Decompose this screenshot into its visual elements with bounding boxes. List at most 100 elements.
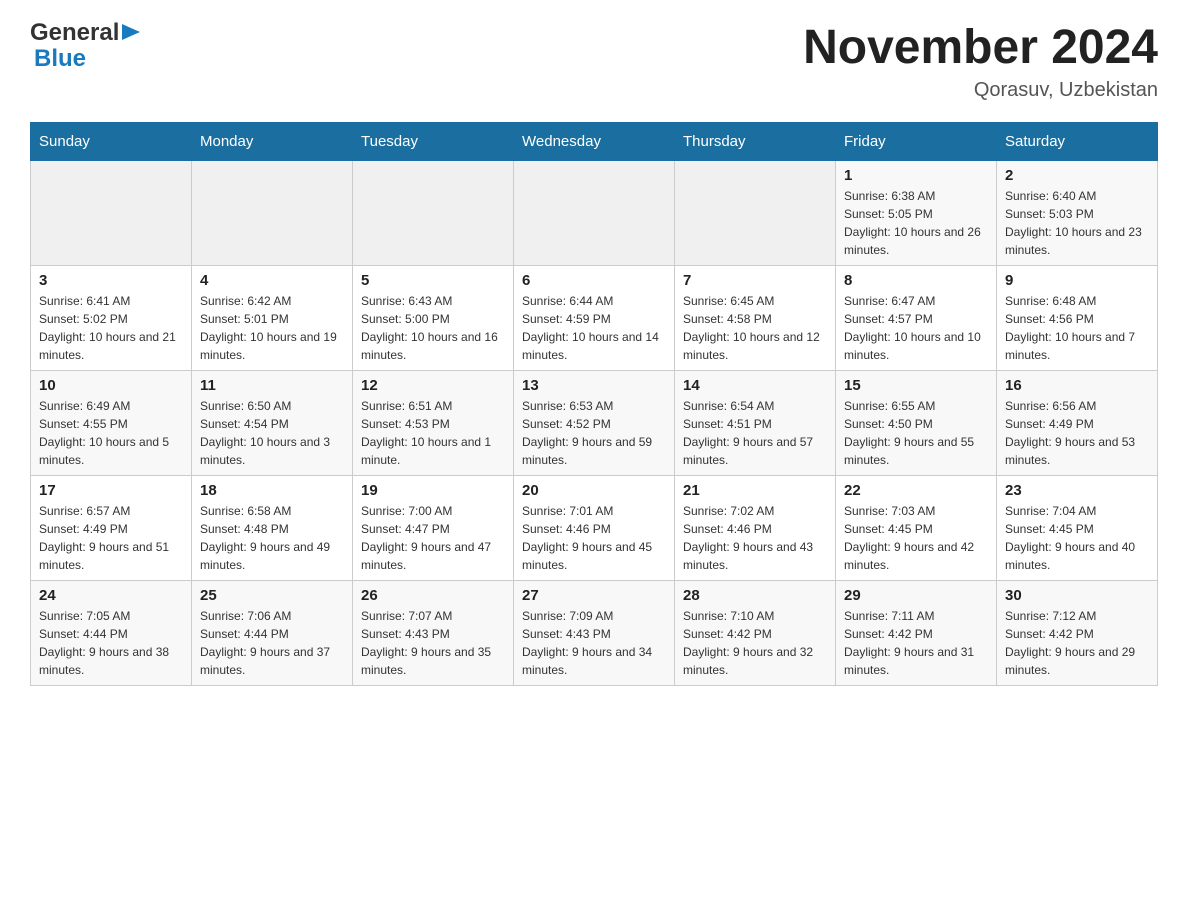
calendar-cell (31, 161, 192, 266)
day-info: Sunrise: 7:04 AM Sunset: 4:45 PM Dayligh… (1005, 502, 1149, 574)
day-number: 20 (522, 482, 666, 499)
logo-arrow-icon (122, 24, 140, 45)
day-info: Sunrise: 7:00 AM Sunset: 4:47 PM Dayligh… (361, 502, 505, 574)
day-number: 2 (1005, 167, 1149, 184)
calendar-cell: 4 Sunrise: 6:42 AM Sunset: 5:01 PM Daylig… (192, 266, 353, 371)
day-info: Sunrise: 7:02 AM Sunset: 4:46 PM Dayligh… (683, 502, 827, 574)
calendar-cell: 26 Sunrise: 7:07 AM Sunset: 4:43 PM Dayli… (353, 581, 514, 686)
day-info: Sunrise: 6:53 AM Sunset: 4:52 PM Dayligh… (522, 397, 666, 469)
day-info: Sunrise: 6:50 AM Sunset: 4:54 PM Dayligh… (200, 397, 344, 469)
weekday-header-thursday: Thursday (675, 123, 836, 161)
logo-blue-text: Blue (34, 45, 86, 72)
page-header: General Blue November 2024 Qorasuv, Uzbe… (30, 20, 1158, 102)
day-number: 6 (522, 272, 666, 289)
calendar-cell: 14 Sunrise: 6:54 AM Sunset: 4:51 PM Dayli… (675, 371, 836, 476)
day-info: Sunrise: 6:42 AM Sunset: 5:01 PM Dayligh… (200, 292, 344, 364)
calendar-cell: 8 Sunrise: 6:47 AM Sunset: 4:57 PM Daylig… (836, 266, 997, 371)
month-title: November 2024 (803, 20, 1158, 75)
day-info: Sunrise: 7:07 AM Sunset: 4:43 PM Dayligh… (361, 607, 505, 679)
calendar-cell: 27 Sunrise: 7:09 AM Sunset: 4:43 PM Dayli… (514, 581, 675, 686)
logo: General Blue (30, 20, 140, 73)
title-area: November 2024 Qorasuv, Uzbekistan (803, 20, 1158, 102)
day-info: Sunrise: 6:55 AM Sunset: 4:50 PM Dayligh… (844, 397, 988, 469)
day-number: 22 (844, 482, 988, 499)
day-info: Sunrise: 7:09 AM Sunset: 4:43 PM Dayligh… (522, 607, 666, 679)
calendar-cell (192, 161, 353, 266)
day-number: 18 (200, 482, 344, 499)
day-number: 10 (39, 377, 183, 394)
calendar-cell: 1Sunrise: 6:38 AM Sunset: 5:05 PM Daylig… (836, 161, 997, 266)
day-info: Sunrise: 7:05 AM Sunset: 4:44 PM Dayligh… (39, 607, 183, 679)
weekday-header-friday: Friday (836, 123, 997, 161)
calendar-week-row: 3Sunrise: 6:41 AM Sunset: 5:02 PM Daylig… (31, 266, 1158, 371)
day-info: Sunrise: 7:03 AM Sunset: 4:45 PM Dayligh… (844, 502, 988, 574)
day-number: 14 (683, 377, 827, 394)
day-number: 13 (522, 377, 666, 394)
day-number: 25 (200, 587, 344, 604)
day-info: Sunrise: 7:06 AM Sunset: 4:44 PM Dayligh… (200, 607, 344, 679)
day-info: Sunrise: 7:12 AM Sunset: 4:42 PM Dayligh… (1005, 607, 1149, 679)
day-info: Sunrise: 6:43 AM Sunset: 5:00 PM Dayligh… (361, 292, 505, 364)
weekday-header-sunday: Sunday (31, 123, 192, 161)
calendar-cell: 7Sunrise: 6:45 AM Sunset: 4:58 PM Daylig… (675, 266, 836, 371)
weekday-header-wednesday: Wednesday (514, 123, 675, 161)
day-number: 1 (844, 167, 988, 184)
day-info: Sunrise: 6:40 AM Sunset: 5:03 PM Dayligh… (1005, 187, 1149, 259)
calendar-cell: 21 Sunrise: 7:02 AM Sunset: 4:46 PM Dayli… (675, 476, 836, 581)
day-info: Sunrise: 6:57 AM Sunset: 4:49 PM Dayligh… (39, 502, 183, 574)
calendar-cell: 10 Sunrise: 6:49 AM Sunset: 4:55 PM Dayli… (31, 371, 192, 476)
day-info: Sunrise: 6:54 AM Sunset: 4:51 PM Dayligh… (683, 397, 827, 469)
day-number: 29 (844, 587, 988, 604)
weekday-header-monday: Monday (192, 123, 353, 161)
calendar-cell: 20Sunrise: 7:01 AM Sunset: 4:46 PM Dayli… (514, 476, 675, 581)
day-info: Sunrise: 6:56 AM Sunset: 4:49 PM Dayligh… (1005, 397, 1149, 469)
day-number: 23 (1005, 482, 1149, 499)
day-number: 5 (361, 272, 505, 289)
day-info: Sunrise: 6:49 AM Sunset: 4:55 PM Dayligh… (39, 397, 183, 469)
calendar-cell: 30 Sunrise: 7:12 AM Sunset: 4:42 PM Dayli… (997, 581, 1158, 686)
calendar-cell: 29Sunrise: 7:11 AM Sunset: 4:42 PM Dayli… (836, 581, 997, 686)
calendar-cell: 28 Sunrise: 7:10 AM Sunset: 4:42 PM Dayli… (675, 581, 836, 686)
calendar-cell: 22 Sunrise: 7:03 AM Sunset: 4:45 PM Dayli… (836, 476, 997, 581)
calendar-cell: 9 Sunrise: 6:48 AM Sunset: 4:56 PM Daylig… (997, 266, 1158, 371)
day-info: Sunrise: 6:41 AM Sunset: 5:02 PM Dayligh… (39, 292, 183, 364)
day-number: 30 (1005, 587, 1149, 604)
calendar-cell: 25 Sunrise: 7:06 AM Sunset: 4:44 PM Dayli… (192, 581, 353, 686)
weekday-header-row: SundayMondayTuesdayWednesdayThursdayFrid… (31, 123, 1158, 161)
day-info: Sunrise: 6:47 AM Sunset: 4:57 PM Dayligh… (844, 292, 988, 364)
calendar-cell: 16Sunrise: 6:56 AM Sunset: 4:49 PM Dayli… (997, 371, 1158, 476)
calendar-cell (514, 161, 675, 266)
day-info: Sunrise: 6:51 AM Sunset: 4:53 PM Dayligh… (361, 397, 505, 469)
weekday-header-tuesday: Tuesday (353, 123, 514, 161)
calendar-week-row: 17 Sunrise: 6:57 AM Sunset: 4:49 PM Dayli… (31, 476, 1158, 581)
day-info: Sunrise: 7:10 AM Sunset: 4:42 PM Dayligh… (683, 607, 827, 679)
calendar-cell: 19 Sunrise: 7:00 AM Sunset: 4:47 PM Dayli… (353, 476, 514, 581)
day-number: 8 (844, 272, 988, 289)
calendar-cell: 5 Sunrise: 6:43 AM Sunset: 5:00 PM Daylig… (353, 266, 514, 371)
day-number: 12 (361, 377, 505, 394)
day-number: 11 (200, 377, 344, 394)
day-number: 4 (200, 272, 344, 289)
calendar-cell: 12 Sunrise: 6:51 AM Sunset: 4:53 PM Dayli… (353, 371, 514, 476)
calendar-cell: 23 Sunrise: 7:04 AM Sunset: 4:45 PM Dayli… (997, 476, 1158, 581)
day-number: 7 (683, 272, 827, 289)
day-number: 28 (683, 587, 827, 604)
calendar-cell: 6 Sunrise: 6:44 AM Sunset: 4:59 PM Daylig… (514, 266, 675, 371)
day-number: 26 (361, 587, 505, 604)
day-number: 24 (39, 587, 183, 604)
calendar-table: SundayMondayTuesdayWednesdayThursdayFrid… (30, 122, 1158, 686)
day-number: 27 (522, 587, 666, 604)
day-number: 19 (361, 482, 505, 499)
calendar-cell: 2 Sunrise: 6:40 AM Sunset: 5:03 PM Daylig… (997, 161, 1158, 266)
calendar-cell (353, 161, 514, 266)
day-info: Sunrise: 6:44 AM Sunset: 4:59 PM Dayligh… (522, 292, 666, 364)
calendar-cell: 13 Sunrise: 6:53 AM Sunset: 4:52 PM Dayli… (514, 371, 675, 476)
day-number: 21 (683, 482, 827, 499)
day-number: 9 (1005, 272, 1149, 289)
logo-general-text: General (30, 20, 119, 46)
day-info: Sunrise: 6:48 AM Sunset: 4:56 PM Dayligh… (1005, 292, 1149, 364)
day-number: 15 (844, 377, 988, 394)
day-info: Sunrise: 6:58 AM Sunset: 4:48 PM Dayligh… (200, 502, 344, 574)
day-number: 17 (39, 482, 183, 499)
calendar-week-row: 24 Sunrise: 7:05 AM Sunset: 4:44 PM Dayli… (31, 581, 1158, 686)
